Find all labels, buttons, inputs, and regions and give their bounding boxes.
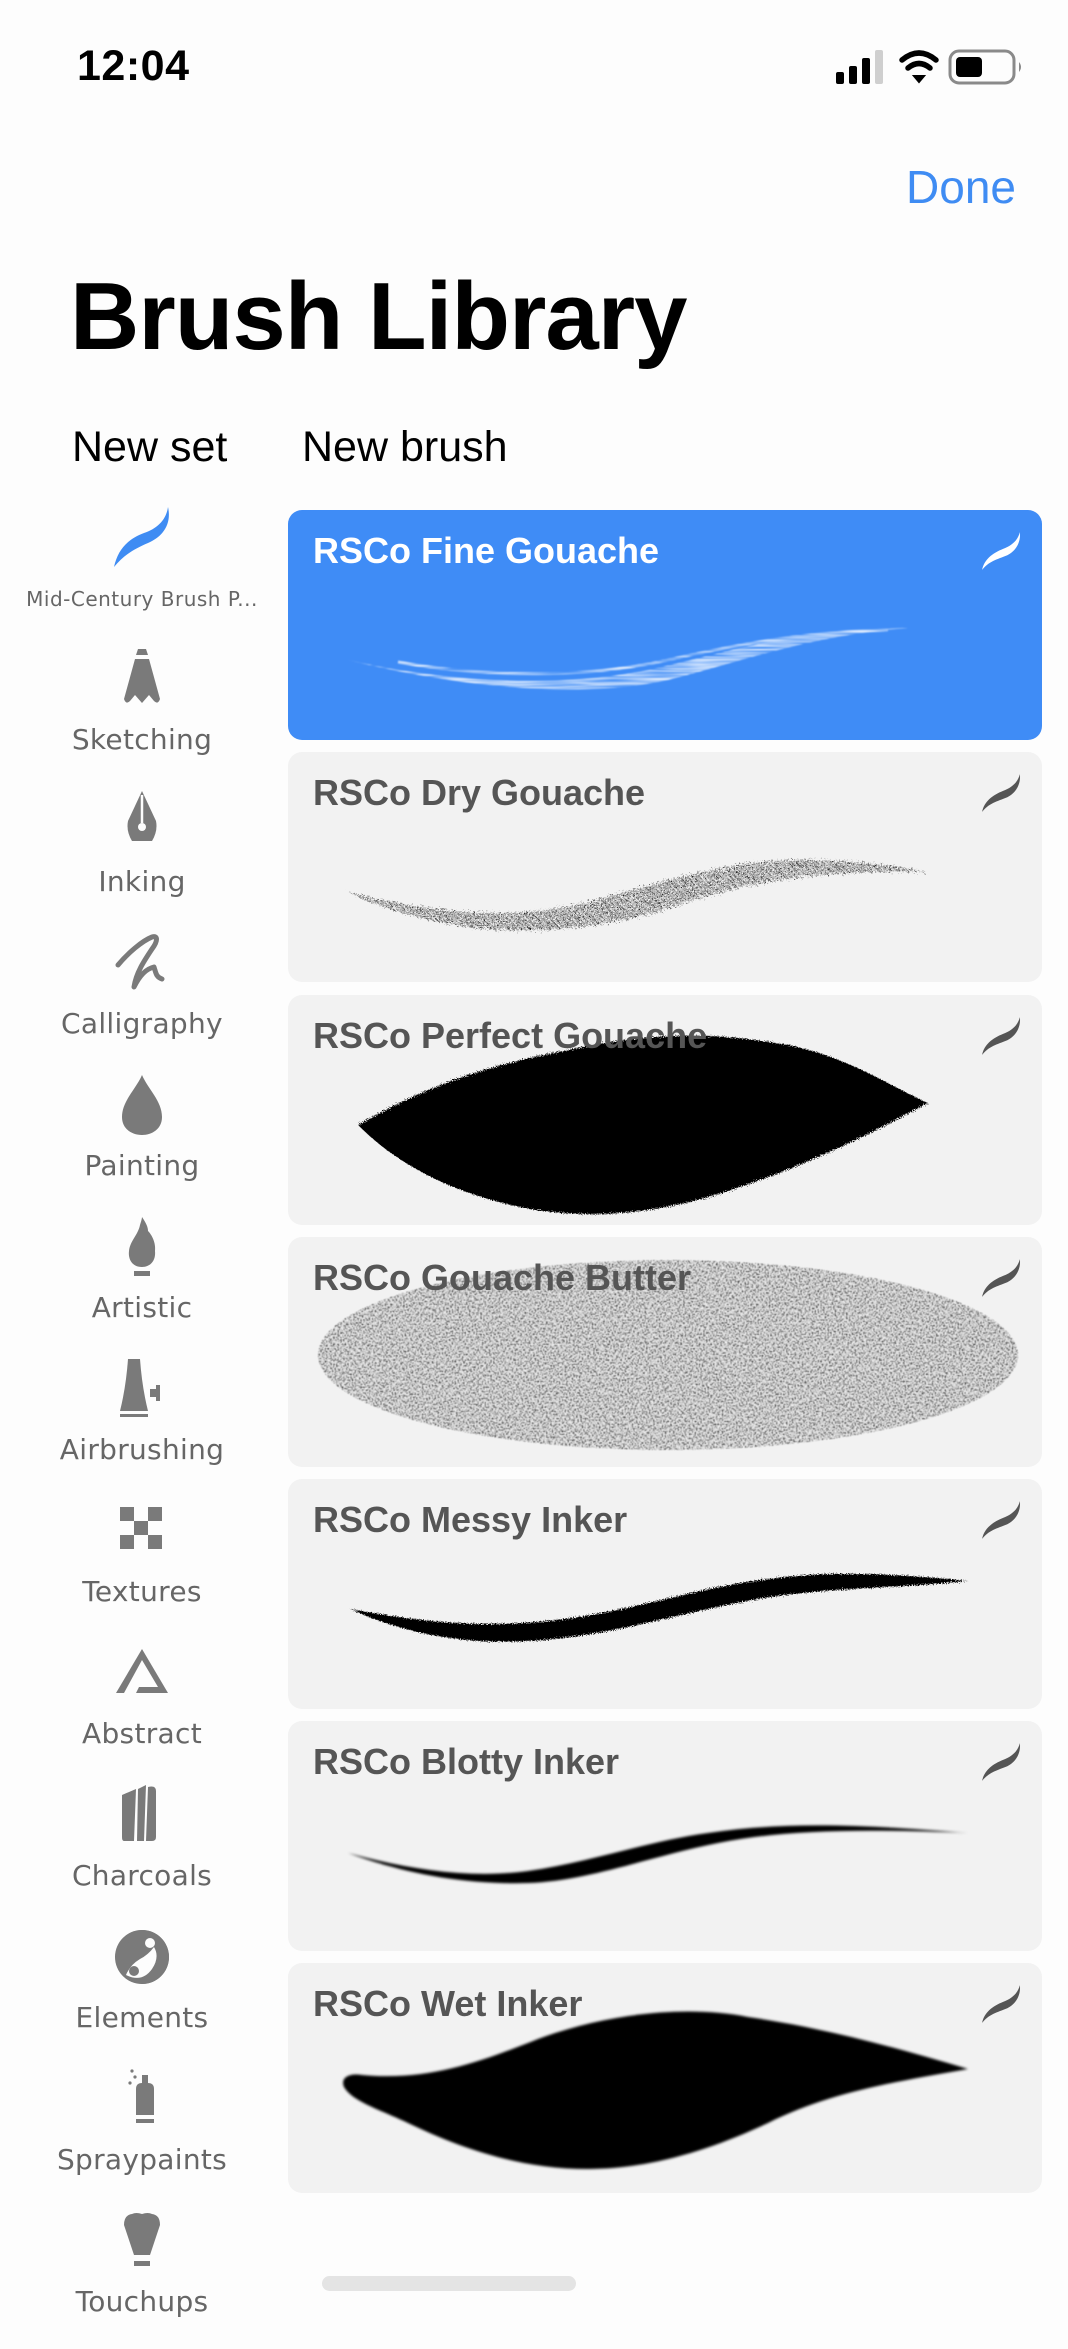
- pen-nib-icon: [127, 791, 157, 841]
- triangle-icon: [116, 1649, 168, 1693]
- wifi-icon: [899, 50, 939, 84]
- brush-set-mid-century[interactable]: Mid-Century Brush P...: [0, 505, 284, 645]
- done-button[interactable]: Done: [906, 160, 1016, 214]
- brush-set-textures[interactable]: Textures: [0, 1499, 284, 1639]
- status-time: 12:04: [77, 42, 190, 90]
- new-brush-button[interactable]: New brush: [302, 423, 508, 472]
- brush-name: RSCo Dry Gouache: [313, 772, 646, 813]
- status-icons: [836, 48, 1026, 88]
- checker-icon: [120, 1507, 162, 1549]
- brush-card-wet-inker[interactable]: RSCo Wet Inker: [288, 1963, 1042, 2193]
- brush-set-artistic[interactable]: Artistic: [0, 1215, 284, 1355]
- cellular-signal-icon: [836, 50, 883, 84]
- brush-type-icon: [980, 1499, 1022, 1541]
- brush-set-label: Textures: [82, 1575, 202, 1608]
- brush-card-gouache-butter[interactable]: RSCo Gouache Butter: [288, 1237, 1042, 1467]
- brush-set-label: Sketching: [71, 723, 213, 756]
- pencil-tip-icon: [124, 649, 160, 703]
- brush-set-label: Calligraphy: [61, 1007, 223, 1040]
- brush-type-icon: [980, 772, 1022, 814]
- brush-set-inking[interactable]: Inking: [0, 789, 284, 929]
- new-set-button[interactable]: New set: [72, 423, 227, 472]
- brush-type-icon: [980, 1257, 1022, 1299]
- brush-set-label: Painting: [84, 1149, 200, 1182]
- brush-name: RSCo Messy Inker: [313, 1499, 628, 1540]
- brush-set-charcoals[interactable]: Charcoals: [0, 1783, 284, 1923]
- brush-set-label: Artistic: [91, 1291, 193, 1324]
- brush-name: RSCo Perfect Gouache: [313, 1015, 708, 1056]
- brush-set-label: Spraypaints: [56, 2143, 228, 2176]
- yin-yang-icon: [115, 1930, 169, 1984]
- spray-can-icon: [128, 2069, 154, 2123]
- battery-icon: [948, 49, 1021, 85]
- brush-set-elements[interactable]: Elements: [0, 1925, 284, 2065]
- brush-name: RSCo Gouache Butter: [313, 1257, 692, 1298]
- page-title: Brush Library: [70, 263, 687, 370]
- paint-drop-icon: [122, 1075, 162, 1135]
- brush-type-icon: [980, 530, 1022, 572]
- brush-type-icon: [980, 1741, 1022, 1783]
- calligraphy-stroke-icon: [115, 934, 165, 990]
- brush-set-label: Elements: [75, 2001, 209, 2034]
- brush-set-label: Touchups: [75, 2285, 209, 2318]
- brush-name: RSCo Fine Gouache: [313, 530, 660, 571]
- home-indicator[interactable]: [322, 2276, 576, 2291]
- brush-set-airbrushing[interactable]: Airbrushing: [0, 1357, 284, 1497]
- brush-set-label: Charcoals: [71, 1859, 213, 1892]
- brush-type-icon: [980, 1015, 1022, 1057]
- brush-card-perfect-gouache[interactable]: RSCo Perfect Gouache: [288, 995, 1042, 1225]
- charcoal-icon: [122, 1785, 156, 1841]
- brush-card-messy-inker[interactable]: RSCo Messy Inker: [288, 1479, 1042, 1709]
- brush-set-touchups[interactable]: Touchups: [0, 2209, 284, 2349]
- brush-card-dry-gouache[interactable]: RSCo Dry Gouache: [288, 752, 1042, 982]
- flame-icon: [128, 1217, 156, 1276]
- brush-set-label: Abstract: [82, 1717, 202, 1750]
- brush-set-label: Mid-Century Brush P...: [26, 587, 258, 611]
- procreate-brush-icon: [114, 507, 169, 567]
- brush-set-painting[interactable]: Painting: [0, 1073, 284, 1213]
- brush-set-calligraphy[interactable]: Calligraphy: [0, 931, 284, 1071]
- brush-name: RSCo Blotty Inker: [313, 1741, 620, 1782]
- brush-card-blotty-inker[interactable]: RSCo Blotty Inker: [288, 1721, 1042, 1951]
- brush-set-sketching[interactable]: Sketching: [0, 647, 284, 787]
- brush-card-fine-gouache[interactable]: RSCo Fine Gouache: [288, 510, 1042, 740]
- brush-set-spraypaints[interactable]: Spraypaints: [0, 2067, 284, 2207]
- brush-set-label: Inking: [98, 865, 186, 898]
- brush-set-label: Airbrushing: [59, 1433, 225, 1466]
- airbrush-icon: [120, 1359, 160, 1417]
- brush-set-abstract[interactable]: Abstract: [0, 1641, 284, 1781]
- brush-type-icon: [980, 1983, 1022, 2025]
- brush-name: RSCo Wet Inker: [313, 1983, 583, 2024]
- makeup-brush-icon: [124, 2213, 160, 2266]
